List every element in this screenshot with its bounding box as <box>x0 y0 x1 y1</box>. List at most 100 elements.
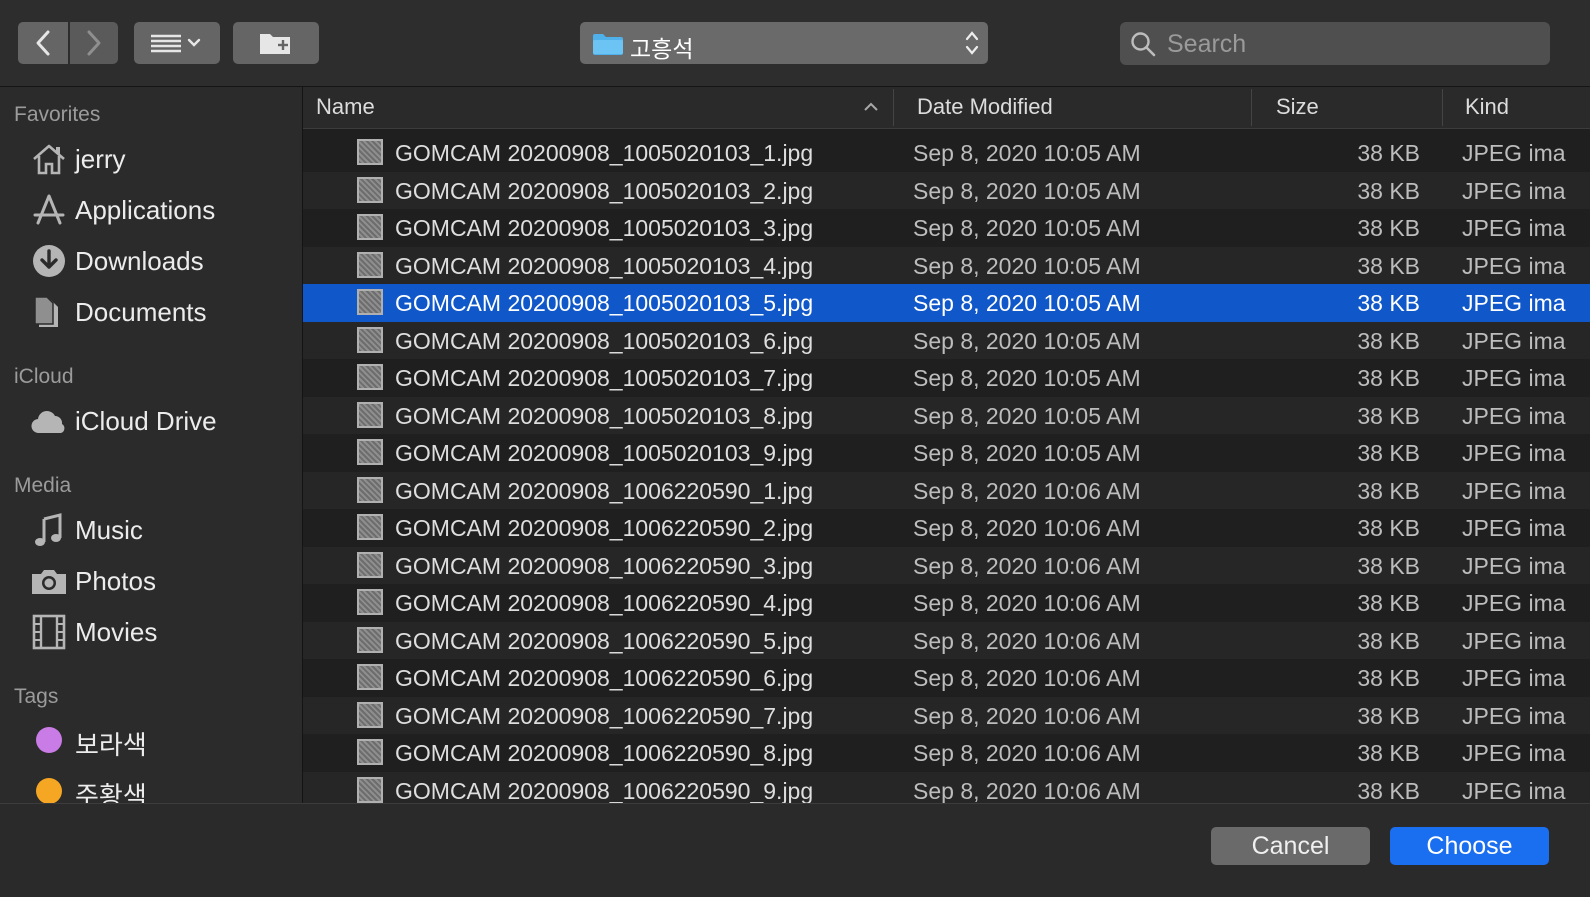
jpeg-thumbnail-icon <box>357 664 383 690</box>
view-mode-button[interactable] <box>134 22 220 64</box>
file-kind: JPEG ima <box>1462 177 1566 204</box>
file-name: GOMCAM 20200908_1005020103_9.jpg <box>395 440 814 466</box>
sidebar-item-label: Downloads <box>75 246 204 276</box>
jpeg-thumbnail-icon <box>357 176 383 203</box>
column-name-header[interactable]: Name <box>316 94 375 120</box>
tag-dot-icon <box>30 722 68 758</box>
file-name: GOMCAM 20200908_1005020103_7.jpg <box>395 365 814 391</box>
forward-button[interactable] <box>70 22 118 64</box>
table-row[interactable]: GOMCAM 20200908_1006220590_6.jpg Sep 8, 2… <box>303 659 1590 697</box>
file-size: 38 KB <box>1357 215 1420 241</box>
chevron-right-icon <box>87 30 101 56</box>
table-row[interactable]: GOMCAM 20200908_1005020103_4.jpg Sep 8, 2… <box>303 246 1590 284</box>
sidebar-item-icloud-drive[interactable]: iCloud Drive <box>0 399 300 443</box>
column-divider[interactable] <box>893 89 894 126</box>
sidebar-item-applications[interactable]: Applications <box>0 188 300 232</box>
sidebar-section-icloud: iCloud <box>14 365 74 388</box>
file-kind: JPEG ima <box>1462 627 1566 654</box>
jpeg-thumbnail-icon <box>357 776 383 803</box>
sidebar-item-label: 주황색 <box>75 781 147 803</box>
jpeg-thumbnail-icon <box>357 364 383 390</box>
table-row[interactable]: GOMCAM 20200908_1006220590_7.jpg Sep 8, 2… <box>303 696 1590 734</box>
file-kind: JPEG ima <box>1462 440 1566 466</box>
table-row[interactable]: GOMCAM 20200908_1005020103_1.jpg Sep 8, 2… <box>303 134 1590 172</box>
sidebar-item-downloads[interactable]: Downloads <box>0 239 300 283</box>
file-kind: JPEG ima <box>1462 777 1566 804</box>
column-header: Name Date Modified Size Kind <box>303 87 1590 129</box>
table-row[interactable]: GOMCAM 20200908_1005020103_2.jpg Sep 8, 2… <box>303 171 1590 209</box>
jpeg-thumbnail-icon <box>357 251 383 278</box>
jpeg-thumbnail-icon <box>357 326 383 353</box>
file-size: 38 KB <box>1357 627 1420 654</box>
sidebar-item-jerry[interactable]: jerry <box>0 137 300 181</box>
sidebar-item-documents[interactable]: Documents <box>0 290 300 334</box>
sidebar-item-photos[interactable]: Photos <box>0 559 300 603</box>
new-folder-button[interactable] <box>233 22 319 64</box>
back-button[interactable] <box>18 22 68 64</box>
sidebar-item-label: 보라색 <box>75 730 147 760</box>
file-kind: JPEG ima <box>1462 327 1566 354</box>
file-date: Sep 8, 2020 10:05 AM <box>913 365 1141 391</box>
jpeg-thumbnail-icon <box>357 701 383 728</box>
table-row[interactable]: GOMCAM 20200908_1005020103_7.jpg Sep 8, 2… <box>303 359 1590 397</box>
new-folder-icon <box>260 34 290 54</box>
column-divider[interactable] <box>1442 89 1443 126</box>
file-size: 38 KB <box>1357 552 1420 579</box>
toolbar: 고흥석 <box>0 0 1590 87</box>
table-row[interactable]: GOMCAM 20200908_1006220590_9.jpg Sep 8, 2… <box>303 771 1590 804</box>
jpeg-thumbnail-icon <box>357 439 383 465</box>
table-row[interactable]: GOMCAM 20200908_1006220590_1.jpg Sep 8, 2… <box>303 471 1590 509</box>
table-row[interactable]: GOMCAM 20200908_1006220590_2.jpg Sep 8, 2… <box>303 509 1590 547</box>
table-row[interactable]: GOMCAM 20200908_1006220590_3.jpg Sep 8, 2… <box>303 546 1590 584</box>
camera-icon <box>30 563 68 599</box>
sidebar-section-tags: Tags <box>14 685 59 708</box>
jpeg-thumbnail-icon <box>357 739 383 765</box>
file-name: GOMCAM 20200908_1005020103_2.jpg <box>395 177 814 204</box>
column-size-header[interactable]: Size <box>1276 94 1319 120</box>
sidebar: Favorites jerry Applications Downloads D… <box>0 87 303 803</box>
file-name: GOMCAM 20200908_1005020103_3.jpg <box>395 215 814 241</box>
documents-icon <box>30 294 68 330</box>
music-icon <box>30 512 68 548</box>
file-name: GOMCAM 20200908_1005020103_6.jpg <box>395 327 814 354</box>
table-row[interactable]: GOMCAM 20200908_1005020103_3.jpg Sep 8, 2… <box>303 209 1590 247</box>
choose-button[interactable]: Choose <box>1390 827 1549 865</box>
cancel-button[interactable]: Cancel <box>1211 827 1370 865</box>
file-size: 38 KB <box>1357 515 1420 541</box>
column-divider[interactable] <box>1251 89 1252 126</box>
table-row[interactable]: GOMCAM 20200908_1005020103_5.jpg Sep 8, 2… <box>303 284 1590 322</box>
file-date: Sep 8, 2020 10:05 AM <box>913 177 1141 204</box>
column-date-header[interactable]: Date Modified <box>917 94 1053 120</box>
file-kind: JPEG ima <box>1462 477 1566 504</box>
sidebar-item-tag-purple[interactable]: 보라색 <box>0 718 300 762</box>
file-date: Sep 8, 2020 10:05 AM <box>913 290 1141 316</box>
sidebar-item-label: Movies <box>75 617 158 647</box>
file-name: GOMCAM 20200908_1006220590_2.jpg <box>395 515 814 541</box>
jpeg-thumbnail-icon <box>357 214 383 240</box>
sidebar-section-favorites: Favorites <box>14 103 101 126</box>
search-field[interactable] <box>1120 22 1550 65</box>
search-input[interactable] <box>1165 26 1539 62</box>
table-row[interactable]: GOMCAM 20200908_1006220590_4.jpg Sep 8, 2… <box>303 584 1590 622</box>
file-kind: JPEG ima <box>1462 740 1566 766</box>
path-popup[interactable]: 고흥석 <box>580 22 988 64</box>
sidebar-item-movies[interactable]: Movies <box>0 610 300 654</box>
file-name: GOMCAM 20200908_1006220590_6.jpg <box>395 665 814 691</box>
table-row[interactable]: GOMCAM 20200908_1005020103_8.jpg Sep 8, 2… <box>303 396 1590 434</box>
table-row[interactable]: GOMCAM 20200908_1006220590_5.jpg Sep 8, 2… <box>303 621 1590 659</box>
file-size: 38 KB <box>1357 290 1420 316</box>
column-kind-header[interactable]: Kind <box>1465 94 1509 120</box>
jpeg-thumbnail-icon <box>357 139 383 165</box>
file-name: GOMCAM 20200908_1005020103_5.jpg <box>395 290 814 316</box>
sidebar-item-label: Music <box>75 515 143 545</box>
file-name: GOMCAM 20200908_1006220590_9.jpg <box>395 777 814 804</box>
sidebar-item-tag-orange[interactable]: 주황색 <box>0 769 300 803</box>
file-kind: JPEG ima <box>1462 590 1566 616</box>
downloads-icon <box>30 243 68 279</box>
file-list[interactable]: Name Date Modified Size Kind GOMCAM 2020… <box>303 87 1590 803</box>
table-row[interactable]: GOMCAM 20200908_1005020103_6.jpg Sep 8, 2… <box>303 321 1590 359</box>
file-name: GOMCAM 20200908_1006220590_4.jpg <box>395 590 814 616</box>
table-row[interactable]: GOMCAM 20200908_1005020103_9.jpg Sep 8, 2… <box>303 434 1590 472</box>
table-row[interactable]: GOMCAM 20200908_1006220590_8.jpg Sep 8, 2… <box>303 734 1590 772</box>
sidebar-item-music[interactable]: Music <box>0 508 300 552</box>
